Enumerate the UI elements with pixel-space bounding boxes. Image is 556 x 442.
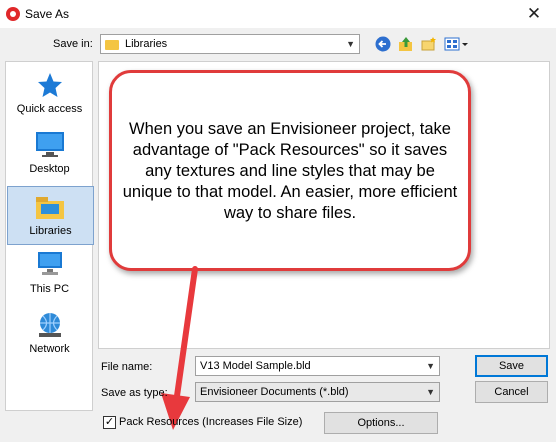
callout-arrow-icon (161, 266, 198, 430)
file-name-label: File name: (101, 361, 153, 373)
place-quick-access[interactable]: Quick access (7, 66, 92, 122)
window-title: Save As (25, 7, 70, 21)
place-label: Desktop (29, 163, 70, 175)
cancel-button[interactable]: Cancel (475, 381, 548, 403)
save-type-value: Envisioneer Documents (*.bld) (200, 386, 349, 398)
chevron-down-icon: ▼ (426, 361, 435, 371)
desktop-icon (36, 132, 64, 157)
pack-resources-checkbox[interactable]: ✓ (103, 416, 116, 429)
up-folder-icon[interactable] (397, 35, 415, 53)
save-button[interactable]: Save (475, 355, 548, 377)
save-in-label: Save in: (53, 38, 93, 50)
place-network[interactable]: Network (7, 306, 92, 362)
place-desktop[interactable]: Desktop (7, 126, 92, 182)
view-menu-icon[interactable] (444, 35, 470, 53)
close-button[interactable]: ✕ (520, 4, 548, 24)
place-label: Libraries (29, 225, 72, 237)
network-icon (39, 313, 61, 337)
save-in-value: Libraries (125, 38, 168, 50)
pack-resources-label: Pack Resources (Increases File Size) (119, 416, 303, 428)
place-label: Network (29, 343, 70, 355)
save-type-label: Save as type: (101, 387, 168, 399)
computer-icon (38, 252, 62, 275)
place-this-pc[interactable]: This PC (7, 246, 92, 302)
title-bar: Save As ✕ (0, 0, 556, 28)
folder-icon (105, 40, 119, 50)
callout-box: When you save an Envisioneer project, ta… (109, 70, 471, 271)
place-label: Quick access (16, 103, 83, 115)
save-in-combo[interactable]: Libraries ▼ (100, 34, 360, 54)
places-bar: Quick access Desktop Libraries This PC N… (5, 61, 94, 411)
file-name-value: V13 Model Sample.bld (200, 360, 311, 372)
place-libraries[interactable]: Libraries (7, 186, 94, 245)
chevron-down-icon: ▼ (426, 387, 435, 397)
options-button[interactable]: Options... (324, 412, 438, 434)
callout-text: When you save an Envisioneer project, ta… (122, 120, 458, 222)
libraries-icon (36, 197, 64, 219)
new-folder-icon[interactable] (420, 35, 438, 53)
star-icon (38, 73, 62, 97)
back-arrow-icon[interactable] (374, 35, 392, 53)
app-icon (6, 7, 20, 21)
place-label: This PC (29, 283, 70, 295)
save-type-select[interactable]: Envisioneer Documents (*.bld) ▼ (195, 382, 440, 402)
file-name-input[interactable]: V13 Model Sample.bld ▼ (195, 356, 440, 376)
chevron-down-icon: ▼ (346, 39, 355, 49)
